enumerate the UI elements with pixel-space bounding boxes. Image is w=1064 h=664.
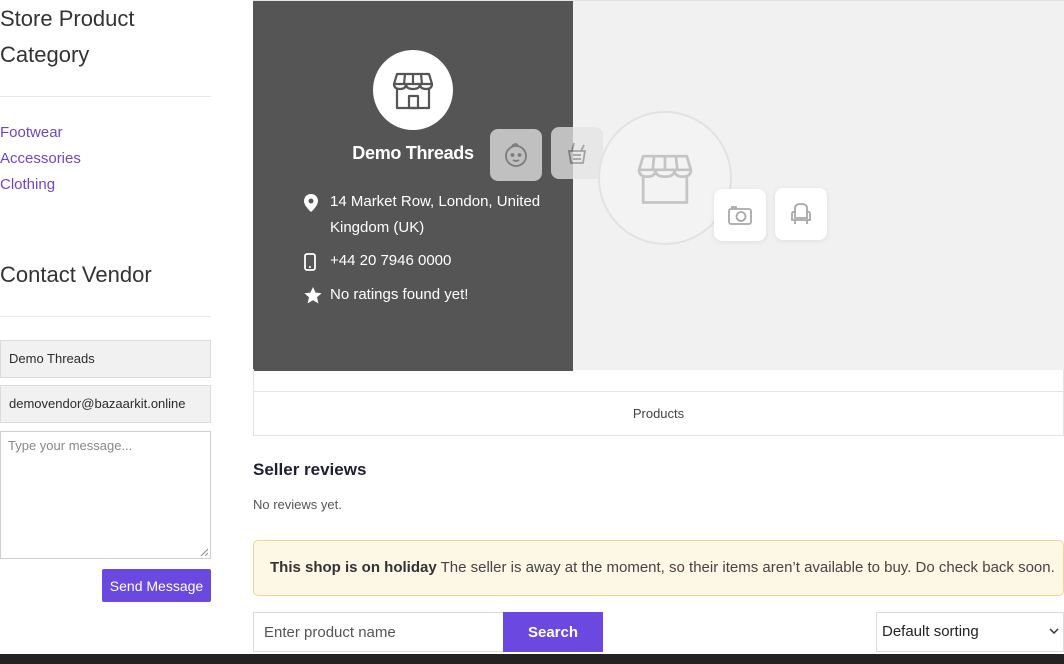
category-item: Clothing bbox=[0, 172, 81, 198]
mobile-phone-icon bbox=[304, 248, 330, 274]
store-rating-row: No ratings found yet! bbox=[304, 282, 560, 308]
banner-storefront-circle bbox=[598, 111, 732, 245]
holiday-notice: This shop is on holiday The seller is aw… bbox=[253, 540, 1064, 596]
store-phone-row: +44 20 7946 0000 bbox=[304, 248, 560, 274]
category-widget-title: Store Product Category bbox=[0, 6, 135, 67]
contact-message-textarea[interactable]: Type your message... bbox=[0, 431, 211, 559]
banner-tile bbox=[490, 129, 542, 181]
divider bbox=[0, 96, 211, 97]
message-placeholder: Type your message... bbox=[8, 438, 133, 453]
store-avatar bbox=[373, 50, 453, 130]
contact-name-field[interactable]: Demo Threads bbox=[0, 340, 211, 378]
category-link-clothing[interactable]: Clothing bbox=[0, 176, 55, 193]
location-pin-icon bbox=[304, 189, 330, 241]
banner-tile bbox=[775, 188, 827, 240]
seller-reviews-title: Seller reviews bbox=[253, 460, 367, 479]
armchair-icon bbox=[791, 203, 811, 224]
category-link-accessories[interactable]: Accessories bbox=[0, 150, 81, 167]
chevron-down-icon bbox=[1049, 628, 1059, 635]
sort-selected-value: Default sorting bbox=[882, 623, 979, 640]
category-list: Footwear Accessories Clothing bbox=[0, 120, 81, 198]
store-phone: +44 20 7946 0000 bbox=[330, 252, 452, 269]
storefront-icon bbox=[392, 72, 434, 110]
no-reviews-text: No reviews yet. bbox=[253, 497, 342, 512]
footer-bar bbox=[0, 654, 1064, 664]
store-rating: No ratings found yet! bbox=[330, 286, 469, 303]
storefront-icon bbox=[637, 154, 693, 204]
search-button[interactable]: Search bbox=[503, 612, 603, 652]
grocery-basket-icon bbox=[567, 142, 587, 164]
store-info-card: Demo Threads 14 Market Row, London, Unit… bbox=[253, 1, 573, 371]
send-message-button[interactable]: Send Message bbox=[102, 569, 211, 602]
store-tabs-top bbox=[253, 369, 1064, 392]
star-icon bbox=[304, 282, 330, 308]
banner-tile bbox=[714, 189, 766, 241]
category-link-footwear[interactable]: Footwear bbox=[0, 124, 63, 141]
contact-email-field[interactable]: demovendor@bazaarkit.online bbox=[0, 385, 211, 423]
divider bbox=[0, 316, 211, 317]
holiday-notice-text: The seller is away at the moment, so the… bbox=[440, 559, 1055, 576]
camera-icon bbox=[728, 206, 752, 225]
store-address-row: 14 Market Row, London, United Kingdom (U… bbox=[304, 189, 560, 241]
resize-grip-icon[interactable] bbox=[200, 548, 208, 556]
tab-products[interactable]: Products bbox=[253, 391, 1064, 436]
store-banner: Demo Threads 14 Market Row, London, Unit… bbox=[253, 0, 1064, 371]
product-search-input[interactable] bbox=[253, 612, 503, 652]
banner-tile bbox=[551, 127, 603, 179]
baby-face-icon bbox=[505, 143, 527, 167]
category-item: Accessories bbox=[0, 146, 81, 172]
sort-select[interactable]: Default sorting bbox=[876, 612, 1064, 652]
holiday-notice-title: This shop is on holiday bbox=[270, 559, 437, 576]
store-address: 14 Market Row, London, United Kingdom (U… bbox=[330, 193, 541, 236]
category-item: Footwear bbox=[0, 120, 81, 146]
contact-widget-title: Contact Vendor bbox=[0, 262, 152, 287]
